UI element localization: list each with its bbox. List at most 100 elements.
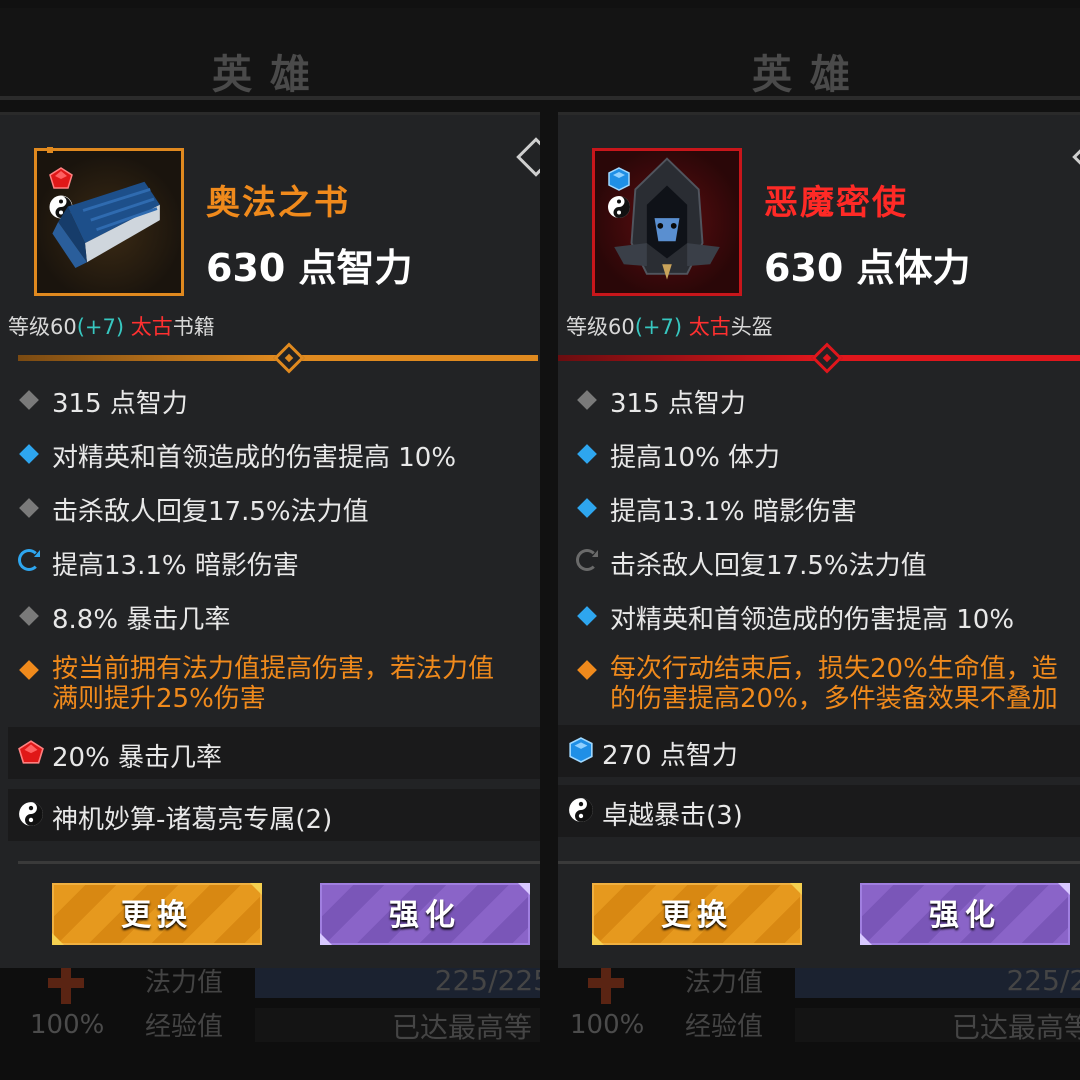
stat-bullet-grey-icon (19, 390, 39, 410)
enhance-button[interactable]: 强化 (320, 883, 530, 945)
item-type: 头盔 (730, 315, 773, 339)
stat-bullet-blue-icon (577, 444, 597, 464)
enhance-button-label: 强化 (929, 898, 1001, 933)
gem-socket-row: 20% 暴击几率 (8, 727, 540, 779)
item-main-stat: 630 点体力 (764, 246, 971, 290)
bottom-divider (558, 861, 1080, 864)
reroll-cycle-icon (18, 549, 40, 571)
health-cross-icon (588, 964, 624, 1004)
hooded-helmet-icon (614, 157, 720, 280)
stat-line: 8.8% 暴击几率 (52, 605, 231, 635)
set-bonus-text: 卓越暴击(3) (602, 801, 743, 831)
enhance-button[interactable]: 强化 (860, 883, 1070, 945)
gem-socket-row: 270 点智力 (558, 725, 1080, 777)
stat-line: 对精英和首领造成的伤害提高 10% (610, 605, 1015, 635)
bottom-divider (18, 861, 540, 864)
stat-line: 击杀敌人回复17.5%法力值 (52, 497, 369, 527)
mana-value: 225/22 (1006, 964, 1080, 997)
legendary-power-line1: 每次行动结束后，损失20%生命值，造 (610, 654, 1058, 684)
stat-line: 315 点智力 (610, 389, 746, 419)
button-corner (790, 883, 802, 895)
mana-bar: 225/22 (795, 964, 1080, 998)
stat-bullet-grey-icon (577, 390, 597, 410)
item-icon-frame (34, 147, 184, 296)
legendary-power-line2: 满则提升25%伤害 (52, 684, 266, 714)
item-level-line: 等级60(+7) 太古书籍 (8, 311, 215, 341)
item-type: 书籍 (172, 315, 215, 339)
item-name: 奥法之书 (206, 183, 350, 223)
item-card: 恶魔密使 630 点体力 等级60(+7) 太古头盔 315 点智力 提高10%… (558, 112, 1080, 968)
replace-button[interactable]: 更换 (592, 883, 802, 945)
button-corner (860, 933, 872, 945)
yin-yang-icon (569, 798, 593, 822)
divider-diamond-icon (811, 342, 843, 374)
set-bonus-row: 神机妙算-诸葛亮专属(2) (8, 789, 540, 841)
level-prefix: 等级60 (8, 315, 77, 339)
blue-book-icon (52, 181, 160, 269)
hero-stats-background: 100% 法力值 225/22 经验值 已达最高等 (540, 960, 1080, 1080)
stat-line: 提高10% 体力 (610, 443, 781, 473)
xp-label: 经验值 (685, 1012, 764, 1042)
stat-bullet-blue-icon (577, 606, 597, 626)
stat-line: 提高13.1% 暗影伤害 (52, 551, 299, 581)
xp-label: 经验值 (145, 1012, 224, 1042)
stat-bullet-blue-icon (19, 444, 39, 464)
close-diamond-icon[interactable] (516, 137, 540, 177)
stat-bullet-grey-icon (19, 606, 39, 626)
item-tooltip-panel-right: 英雄 100% 法力值 225/22 经验值 已达最高等 (540, 0, 1080, 1080)
level-bonus: (+7) (76, 315, 125, 339)
button-corner (320, 933, 332, 945)
legendary-power-line2: 的伤害提高20%，多件装备效果不叠加 (610, 684, 1058, 714)
item-tier: 太古 (688, 315, 731, 339)
item-level-line: 等级60(+7) 太古头盔 (566, 311, 773, 341)
item-tooltip-panel-left: 英雄 100% 法力值 225/225 经验值 已达最高等 奥法之书 630 点… (0, 0, 540, 1080)
item-tier: 太古 (130, 315, 173, 339)
enhance-button-label: 强化 (389, 898, 461, 933)
header-bar: 英雄 (0, 8, 540, 100)
health-percent: 100% (570, 1010, 645, 1040)
replace-button-label: 更换 (661, 898, 733, 933)
header-title: 英雄 (752, 52, 868, 98)
xp-value: 已达最高等 (952, 1011, 1080, 1044)
level-bonus: (+7) (634, 315, 683, 339)
yin-yang-icon (19, 802, 43, 826)
health-percent: 100% (30, 1010, 105, 1040)
divider-diamond-icon (273, 342, 305, 374)
gem-socket-text: 20% 暴击几率 (52, 743, 223, 773)
button-corner (52, 933, 64, 945)
level-prefix: 等级60 (566, 315, 635, 339)
item-icon-frame (592, 148, 742, 296)
legendary-bullet-icon (19, 660, 39, 680)
mana-bar: 225/225 (255, 964, 540, 998)
legendary-power-line1: 按当前拥有法力值提高伤害，若法力值 (52, 654, 495, 684)
set-bonus-text: 神机妙算-诸葛亮专属(2) (52, 805, 333, 835)
button-corner (592, 933, 604, 945)
button-corner (518, 883, 530, 895)
stat-bullet-blue-icon (577, 498, 597, 518)
header-bar: 英雄 (540, 8, 1080, 100)
button-corner (250, 883, 262, 895)
xp-value: 已达最高等 (392, 1011, 533, 1044)
gem-socket-text: 270 点智力 (602, 741, 738, 771)
blue-gem-icon (569, 737, 593, 763)
reroll-cycle-icon (576, 549, 598, 571)
replace-button[interactable]: 更换 (52, 883, 262, 945)
header-title: 英雄 (212, 52, 328, 98)
replace-button-label: 更换 (121, 898, 193, 933)
health-cross-icon (48, 964, 84, 1004)
stat-line: 击杀敌人回复17.5%法力值 (610, 551, 927, 581)
stat-line: 对精英和首领造成的伤害提高 10% (52, 443, 457, 473)
button-corner (1058, 883, 1070, 895)
hero-stats-background: 100% 法力值 225/225 经验值 已达最高等 (0, 960, 540, 1080)
close-diamond-icon[interactable] (1072, 137, 1080, 177)
stat-line: 提高13.1% 暗影伤害 (610, 497, 857, 527)
legendary-bullet-icon (577, 660, 597, 680)
mana-value: 225/225 (434, 964, 540, 997)
item-card: 奥法之书 630 点智力 等级60(+7) 太古书籍 315 点智力 对精英和首… (0, 112, 540, 968)
item-main-stat: 630 点智力 (206, 246, 413, 290)
red-gem-icon (18, 740, 44, 764)
stat-bullet-grey-icon (19, 498, 39, 518)
set-bonus-row: 卓越暴击(3) (558, 785, 1080, 837)
item-name: 恶魔密使 (764, 183, 908, 223)
stat-line: 315 点智力 (52, 389, 188, 419)
